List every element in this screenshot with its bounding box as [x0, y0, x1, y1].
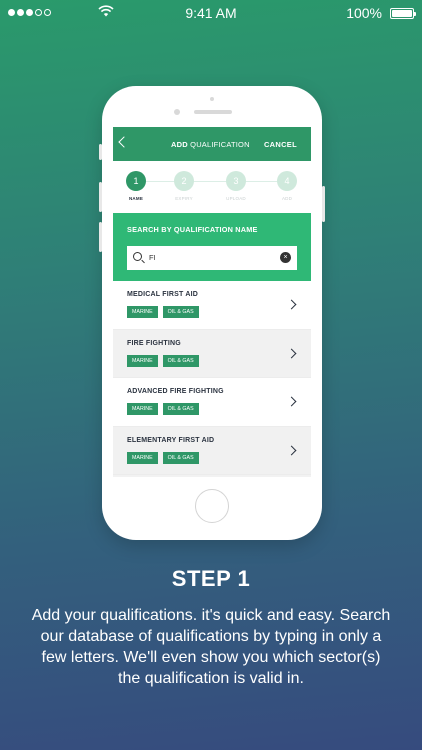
- home-button: [195, 489, 229, 523]
- step-description: Add your qualifications. it's quick and …: [31, 607, 391, 687]
- clear-icon[interactable]: ×: [280, 252, 291, 263]
- result-row-advanced-fire-fighting[interactable]: ADVANCED FIRE FIGHTING MARINE OIL & GAS: [113, 378, 311, 427]
- result-title: ADVANCED FIRE FIGHTING: [127, 388, 224, 396]
- step-1-label: NAME: [128, 196, 144, 201]
- result-title: MEDICAL FIRST AID: [127, 291, 199, 298]
- battery-icon: [390, 8, 416, 19]
- step-3-label: UPLOAD: [226, 196, 246, 201]
- mute-switch: [99, 144, 102, 160]
- power-button: [322, 186, 325, 222]
- front-camera: [174, 109, 180, 115]
- sector-tag: OIL & GAS: [162, 306, 199, 318]
- header-title: ADD QUALIFICATION: [171, 140, 250, 149]
- app-header: ADD QUALIFICATION CANCEL: [113, 127, 311, 161]
- sector-tag: MARINE: [127, 306, 158, 318]
- result-row-fire-fighting[interactable]: FIRE FIGHTING MARINE OIL & GAS: [113, 329, 311, 379]
- chevron-right-icon: [286, 445, 297, 456]
- earpiece-speaker: [194, 110, 232, 114]
- back-chevron-icon[interactable]: [118, 136, 130, 148]
- status-bar: 9:41 AM 100%: [0, 0, 422, 26]
- results-list: MEDICAL FIRST AID MARINE OIL & GAS FIRE …: [113, 281, 311, 476]
- step-2-circle: 2: [174, 171, 194, 191]
- progress-stepper: 1 2 3 4 NAME EXPIRY UPLOAD ADD: [113, 161, 311, 213]
- chevron-right-icon: [286, 348, 297, 359]
- volume-down-button: [99, 222, 102, 252]
- step-4-label: ADD: [281, 196, 293, 201]
- search-value: FI: [149, 253, 156, 262]
- step-heading: STEP 1: [171, 566, 251, 591]
- cancel-button[interactable]: CANCEL: [264, 140, 297, 149]
- proximity-sensor: [210, 97, 214, 101]
- chevron-right-icon: [286, 396, 297, 407]
- step-4-circle: 4: [277, 171, 297, 191]
- phone-mockup: ADD QUALIFICATION CANCEL 1 2 3 4 NAME EX…: [99, 86, 325, 540]
- sector-tag: MARINE: [127, 451, 158, 464]
- sector-tag: MARINE: [127, 354, 158, 367]
- step-1-circle: 1: [126, 171, 146, 191]
- result-row-elementary-first-aid[interactable]: ELEMENTARY FIRST AID MARINE OIL & GAS: [113, 426, 311, 476]
- app-screen: ADD QUALIFICATION CANCEL 1 2 3 4 NAME EX…: [113, 127, 311, 477]
- search-input[interactable]: FI ×: [127, 246, 297, 270]
- result-row-medical-first-aid[interactable]: MEDICAL FIRST AID MARINE OIL & GAS: [113, 281, 311, 330]
- battery-percentage: 100%: [346, 5, 382, 21]
- search-label: SEARCH BY QUALIFICATION NAME: [127, 225, 258, 234]
- step-2-label: EXPIRY: [175, 196, 193, 201]
- search-panel: SEARCH BY QUALIFICATION NAME FI ×: [113, 213, 311, 281]
- chevron-right-icon: [286, 299, 297, 310]
- step-3-circle: 3: [226, 171, 246, 191]
- sector-tag: OIL & GAS: [162, 403, 199, 416]
- sector-tag: OIL & GAS: [162, 451, 199, 464]
- volume-up-button: [99, 182, 102, 212]
- sector-tag: OIL & GAS: [162, 354, 199, 367]
- search-icon: [133, 252, 142, 261]
- result-title: ELEMENTARY FIRST AID: [127, 436, 215, 444]
- result-title: FIRE FIGHTING: [127, 339, 181, 347]
- sector-tag: MARINE: [127, 403, 158, 416]
